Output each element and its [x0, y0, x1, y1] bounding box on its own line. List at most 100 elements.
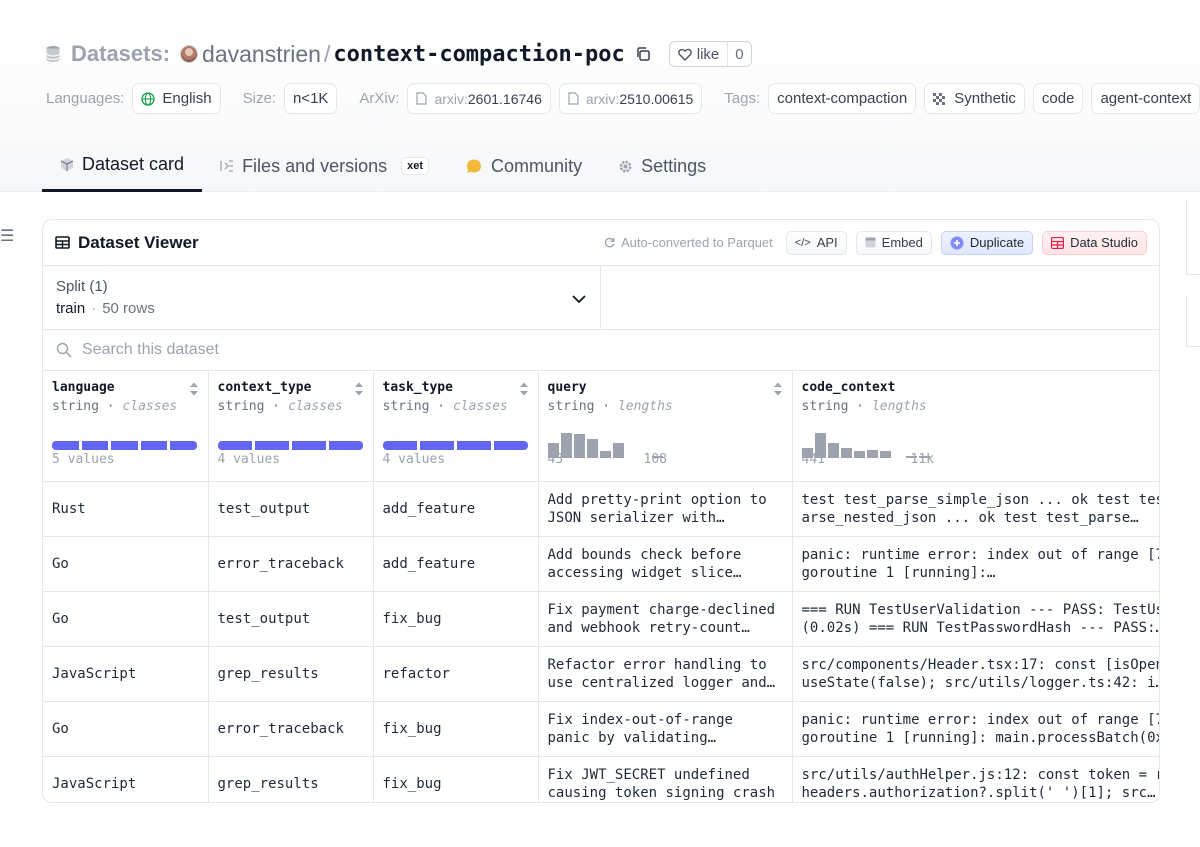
tab-files-and-versions[interactable]: Files and versions xet: [202, 140, 447, 192]
cell-task-type[interactable]: add_feature: [373, 536, 539, 592]
cell-context-type[interactable]: error_traceback: [208, 536, 374, 592]
cell-task-type[interactable]: fix_bug: [373, 591, 539, 647]
column-header-code-context[interactable]: code_context string · lengths 441 11k: [792, 371, 1159, 482]
column-header-task-type[interactable]: task_type string · classes 4 values: [373, 371, 539, 482]
histogram-bar[interactable]: [586, 439, 598, 458]
like-button[interactable]: like 0: [668, 41, 752, 67]
cell-task-type[interactable]: refactor: [373, 646, 539, 702]
column-header-context-type[interactable]: context_type string · classes 4 values: [208, 371, 374, 482]
cell-code-context[interactable]: src/utils/authHelper.js:12: const token …: [792, 756, 1159, 802]
cell-query[interactable]: Fix index-out-of-range panic by validati…: [538, 701, 793, 757]
histogram-bar[interactable]: [879, 451, 891, 458]
size-chip[interactable]: n<1K: [283, 83, 338, 114]
class-segment[interactable]: [456, 441, 491, 450]
class-distribution-bar[interactable]: [217, 441, 363, 450]
histogram-bar[interactable]: [612, 442, 624, 458]
cell-language[interactable]: JavaScript: [43, 646, 209, 702]
column-header-language[interactable]: language string · classes 5 values: [43, 371, 209, 482]
cell-task-type[interactable]: fix_bug: [373, 756, 539, 802]
class-segment[interactable]: [254, 441, 289, 450]
split-selector[interactable]: Split (1) train · 50 rows: [43, 266, 601, 329]
auto-converted-note[interactable]: Auto-converted to Parquet: [604, 235, 773, 250]
sort-icon[interactable]: [354, 381, 364, 397]
histogram-bar[interactable]: [853, 451, 865, 458]
table-row[interactable]: JavaScript grep_results fix_bug Fix JWT_SEC…: [43, 756, 1159, 802]
cell-context-type[interactable]: error_traceback: [208, 701, 374, 757]
search-input[interactable]: [82, 341, 682, 359]
cell-code-context[interactable]: === RUN TestUserValidation --- PASS: Tes…: [792, 591, 1159, 647]
column-header-query[interactable]: query string · lengths 43 108: [538, 371, 793, 482]
cell-task-type[interactable]: fix_bug: [373, 701, 539, 757]
api-button[interactable]: </> API: [785, 230, 847, 255]
cell-context-type[interactable]: grep_results: [208, 646, 374, 702]
class-distribution-bar[interactable]: [52, 441, 197, 450]
cell-language[interactable]: Rust: [43, 481, 209, 537]
tab-dataset-card[interactable]: Dataset card: [42, 140, 203, 192]
size-label: Size:: [242, 90, 276, 107]
table-row[interactable]: Go test_output fix_bug Fix payment charge-d…: [43, 591, 1159, 647]
cell-language[interactable]: Go: [43, 591, 209, 647]
cell-code-context[interactable]: panic: runtime error: index out of range…: [792, 536, 1159, 592]
cell-context-type[interactable]: grep_results: [208, 756, 374, 802]
table-row[interactable]: Rust test_output add_feature Add pretty-pri…: [43, 481, 1159, 537]
class-segment[interactable]: [328, 441, 363, 450]
cell-language[interactable]: Go: [43, 701, 209, 757]
tag-chip-code[interactable]: code: [1032, 83, 1084, 114]
sort-icon[interactable]: [519, 381, 529, 397]
histogram-bar[interactable]: [827, 442, 839, 458]
cell-context-type[interactable]: test_output: [208, 591, 374, 647]
class-segment[interactable]: [111, 441, 138, 450]
tag-chip-agent-context[interactable]: agent-context: [1091, 83, 1200, 114]
cell-language[interactable]: JavaScript: [43, 756, 209, 802]
histogram-bar[interactable]: [840, 447, 852, 458]
cell-task-type[interactable]: add_feature: [373, 481, 539, 537]
sort-icon[interactable]: [773, 381, 783, 397]
owner-link[interactable]: davanstrien: [202, 41, 321, 68]
histogram-bar[interactable]: [599, 451, 611, 458]
sort-icon[interactable]: [189, 381, 199, 397]
cell-query[interactable]: Fix payment charge-declined and webhook …: [538, 591, 793, 647]
class-segment[interactable]: [52, 441, 79, 450]
cell-query[interactable]: Add pretty-print option to JSON serializ…: [538, 481, 793, 537]
class-segment[interactable]: [493, 441, 528, 450]
cell-context-type[interactable]: test_output: [208, 481, 374, 537]
tab-settings[interactable]: Settings: [600, 140, 724, 192]
copy-icon[interactable]: [635, 46, 651, 62]
tag-chip-synthetic[interactable]: Synthetic: [924, 83, 1025, 114]
arxiv-chip-2[interactable]: arxiv:2510.00615: [558, 83, 703, 114]
class-segment[interactable]: [140, 441, 168, 450]
cell-language[interactable]: Go: [43, 536, 209, 592]
class-segment[interactable]: [170, 441, 197, 450]
data-studio-button[interactable]: Data Studio: [1042, 230, 1147, 255]
histogram-bar[interactable]: [573, 434, 585, 458]
class-segment[interactable]: [291, 441, 326, 450]
table-row[interactable]: Go error_traceback fix_bug Fix index-out-of…: [43, 701, 1159, 757]
cell-query[interactable]: Refactor error handling to use centraliz…: [538, 646, 793, 702]
class-segment[interactable]: [81, 441, 109, 450]
tab-community[interactable]: Community: [447, 140, 600, 192]
language-chip[interactable]: English: [132, 83, 221, 114]
class-segment[interactable]: [419, 441, 454, 450]
refresh-icon: [604, 237, 615, 248]
embed-button[interactable]: Embed: [855, 230, 932, 255]
table-row[interactable]: Go error_traceback add_feature Add bounds c…: [43, 536, 1159, 592]
repo-name[interactable]: context-compaction-poc: [333, 42, 624, 67]
cell-code-context[interactable]: test test_parse_simple_json ... ok test …: [792, 481, 1159, 537]
viewer-header: Dataset Viewer Auto-converted to Parquet…: [43, 220, 1159, 266]
arxiv-chip-1[interactable]: arxiv:2601.16746: [407, 83, 551, 114]
table-row[interactable]: JavaScript grep_results refactor Refactor e…: [43, 646, 1159, 702]
class-distribution-bar[interactable]: [382, 441, 528, 450]
cell-query[interactable]: Fix JWT_SECRET undefined causing token s…: [538, 756, 793, 802]
duplicate-button[interactable]: Duplicate: [940, 230, 1034, 255]
cell-code-context[interactable]: panic: runtime error: index out of range…: [792, 701, 1159, 757]
avatar[interactable]: [180, 45, 199, 63]
chevron-down-icon[interactable]: [570, 290, 588, 308]
class-segment[interactable]: [382, 441, 417, 450]
tag-chip-context-compaction[interactable]: context-compaction: [768, 83, 917, 114]
breadcrumb-section[interactable]: Datasets:: [71, 41, 170, 67]
cell-code-context[interactable]: src/components/Header.tsx:17: const [isO…: [792, 646, 1159, 702]
toc-toggle-icon[interactable]: ☰: [0, 226, 14, 246]
class-segment[interactable]: [217, 441, 252, 450]
cell-query[interactable]: Add bounds check before accessing widget…: [538, 536, 793, 592]
histogram-bar[interactable]: [866, 449, 878, 458]
